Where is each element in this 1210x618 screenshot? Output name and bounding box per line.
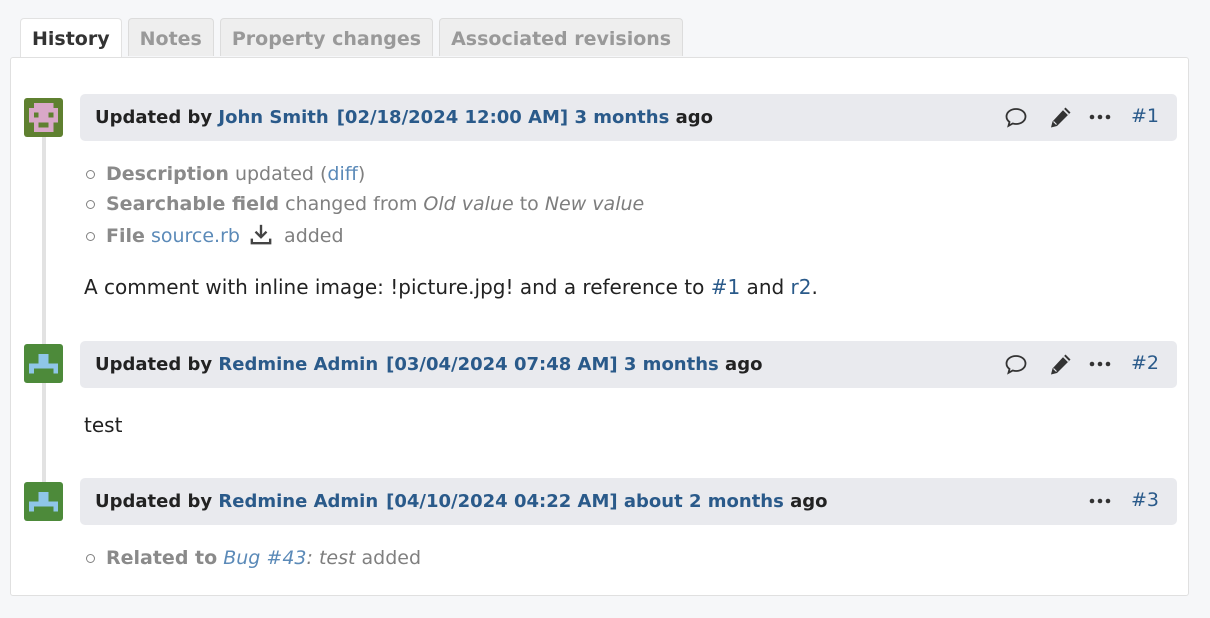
- detail-text: changed from: [285, 193, 418, 215]
- avatar[interactable]: [24, 344, 63, 383]
- tab-bar: History Notes Property changes Associate…: [20, 18, 684, 58]
- avatar[interactable]: [24, 98, 63, 137]
- author-link[interactable]: Redmine Admin: [218, 354, 378, 375]
- related-issue-link[interactable]: Bug #43: [223, 547, 306, 569]
- detail-text: ): [357, 163, 366, 185]
- updated-by-label: Updated by: [95, 107, 213, 128]
- green-admin-avatar-icon: [24, 344, 63, 383]
- journal-note: test: [84, 413, 123, 437]
- age-link[interactable]: 3 months: [574, 107, 669, 128]
- note-text: and: [740, 275, 791, 299]
- journal-header: Updated by John Smith [02/18/2024 12:00 A…: [80, 94, 1177, 141]
- detail-text: updated (: [234, 163, 328, 185]
- tab-notes[interactable]: Notes: [127, 18, 214, 56]
- note-text: .: [811, 275, 818, 299]
- journal-header: Updated by Redmine Admin [03/04/2024 07:4…: [80, 341, 1177, 388]
- file-link[interactable]: source.rb: [151, 225, 240, 247]
- issue-reference-link[interactable]: #1: [711, 275, 740, 299]
- detail-field-name: File: [106, 225, 145, 247]
- detail-description: Description updated (diff): [86, 159, 644, 189]
- detail-file: File source.rb added: [86, 221, 644, 251]
- detail-text: added: [284, 225, 344, 247]
- quote-icon[interactable]: [1003, 104, 1029, 130]
- timeline-line: [42, 135, 46, 344]
- green-admin-avatar-icon: [24, 482, 63, 521]
- detail-relation: Related to Bug #43: test added: [86, 543, 421, 573]
- updated-by-label: Updated by: [95, 354, 213, 375]
- related-issue-subject: : test: [306, 547, 356, 569]
- pink-invader-avatar-icon: [24, 98, 63, 137]
- date-link[interactable]: [03/04/2024 07:48 AM]: [386, 354, 617, 375]
- tab-history[interactable]: History: [20, 18, 122, 58]
- journal-number-link[interactable]: #2: [1131, 352, 1159, 374]
- journal-header: Updated by Redmine Admin [04/10/2024 04:2…: [80, 478, 1177, 525]
- journal-details: Related to Bug #43: test added: [86, 543, 421, 573]
- old-value: Old value: [423, 193, 514, 215]
- tab-property-changes[interactable]: Property changes: [219, 18, 434, 56]
- detail-field-name: Related to: [106, 547, 218, 569]
- quote-icon[interactable]: [1003, 351, 1029, 377]
- new-value: New value: [544, 193, 645, 215]
- timeline-line: [42, 381, 46, 482]
- author-link[interactable]: John Smith: [218, 107, 328, 128]
- diff-link[interactable]: diff: [327, 163, 357, 185]
- journal-note: A comment with inline image: !picture.jp…: [84, 275, 818, 299]
- ago-label: ago: [675, 107, 713, 128]
- avatar[interactable]: [24, 482, 63, 521]
- journal-attribution: Updated by John Smith [02/18/2024 12:00 A…: [95, 107, 713, 128]
- date-link[interactable]: [04/10/2024 04:22 AM]: [386, 491, 617, 512]
- journal-attribution: Updated by Redmine Admin [03/04/2024 07:4…: [95, 354, 762, 375]
- more-icon[interactable]: [1087, 104, 1113, 130]
- note-text: A comment with inline image: !picture.jp…: [84, 275, 711, 299]
- journal-details: Description updated (diff) Searchable fi…: [86, 159, 644, 251]
- edit-icon[interactable]: [1048, 104, 1074, 130]
- edit-icon[interactable]: [1048, 351, 1074, 377]
- ago-label: ago: [725, 354, 763, 375]
- revision-reference-link[interactable]: r2: [791, 275, 812, 299]
- detail-field-name: Searchable field: [106, 193, 280, 215]
- download-icon[interactable]: [250, 223, 272, 245]
- journal-attribution: Updated by Redmine Admin [04/10/2024 04:2…: [95, 491, 828, 512]
- journal-number-link[interactable]: #3: [1131, 489, 1159, 511]
- detail-field-name: Description: [106, 163, 229, 185]
- more-icon[interactable]: [1087, 488, 1113, 514]
- detail-searchable-field: Searchable field changed from Old value …: [86, 189, 644, 219]
- age-link[interactable]: about 2 months: [624, 491, 784, 512]
- journal-number-link[interactable]: #1: [1131, 105, 1159, 127]
- date-link[interactable]: [02/18/2024 12:00 AM]: [337, 107, 568, 128]
- author-link[interactable]: Redmine Admin: [218, 491, 378, 512]
- detail-text: added: [361, 547, 421, 569]
- tab-associated-revisions[interactable]: Associated revisions: [439, 18, 684, 56]
- ago-label: ago: [790, 491, 828, 512]
- more-icon[interactable]: [1087, 351, 1113, 377]
- detail-text: to: [519, 193, 539, 215]
- updated-by-label: Updated by: [95, 491, 213, 512]
- age-link[interactable]: 3 months: [624, 354, 719, 375]
